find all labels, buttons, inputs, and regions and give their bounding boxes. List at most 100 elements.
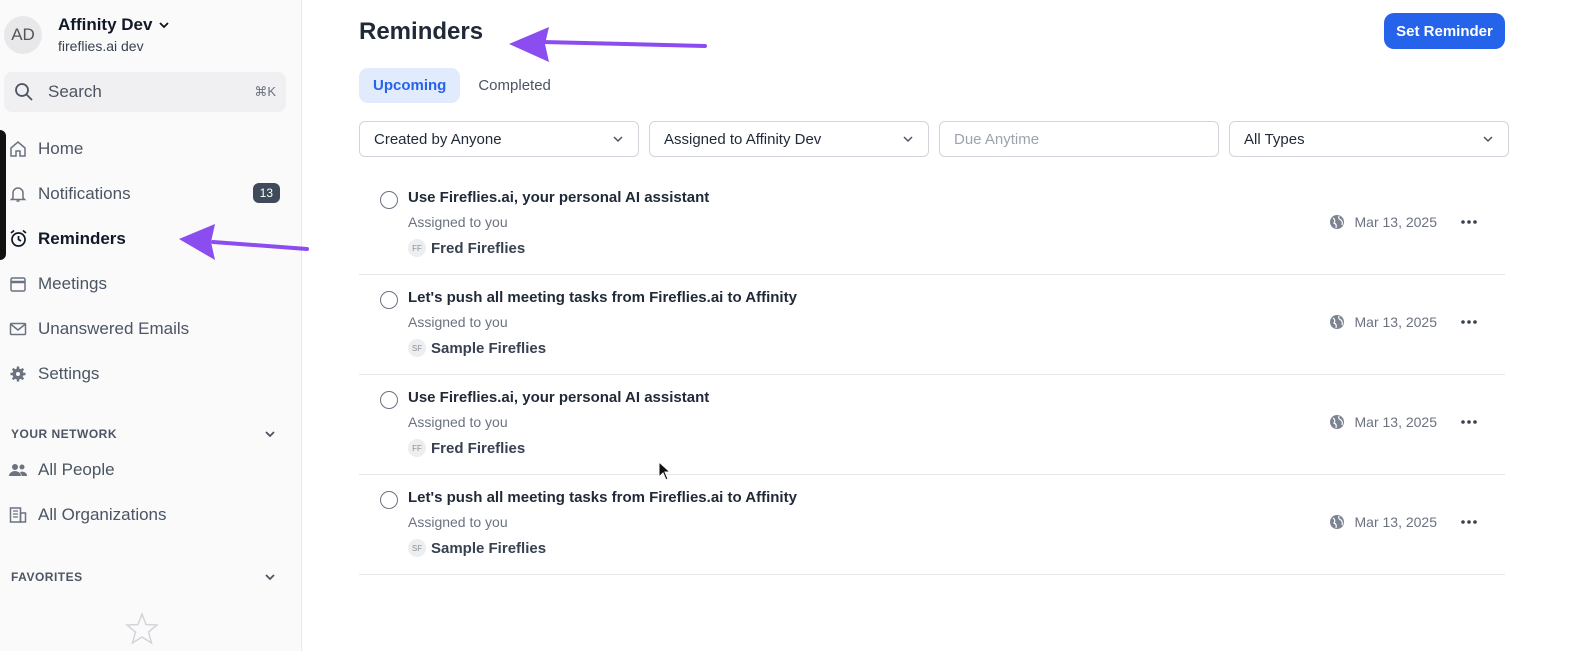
reminder-owner[interactable]: FF Fred Fireflies <box>408 439 525 457</box>
people-icon <box>8 460 28 480</box>
reminder-title: Use Fireflies.ai, your personal AI assis… <box>408 389 710 406</box>
star-icon <box>125 612 159 645</box>
search-shortcut: ⌘K <box>254 84 276 99</box>
reminder-row[interactable]: Let's push all meeting tasks from Firefl… <box>359 275 1505 375</box>
tab-upcoming[interactable]: Upcoming <box>359 68 461 103</box>
chevron-down-icon <box>159 22 170 29</box>
due-date: Mar 13, 2025 <box>1354 414 1438 430</box>
chevron-down-icon <box>613 136 623 143</box>
due-date: Mar 13, 2025 <box>1354 514 1438 530</box>
search-input[interactable]: Search ⌘K <box>4 72 286 112</box>
globe-icon <box>1329 515 1344 529</box>
favorites-header[interactable]: FAVORITES <box>11 570 276 584</box>
complete-checkbox[interactable] <box>380 191 398 209</box>
sidebar-item-label: Meetings <box>38 273 107 293</box>
sidebar-item-notifications[interactable]: Notifications 13 <box>0 171 302 216</box>
sidebar-item-all-organizations[interactable]: All Organizations <box>0 492 302 537</box>
tab-completed[interactable]: Completed <box>464 68 565 103</box>
section-heading: FAVORITES <box>11 570 83 584</box>
workspace-subtitle: fireflies.ai dev <box>58 38 144 54</box>
due-date: Mar 13, 2025 <box>1354 214 1438 230</box>
reminder-assignee: Assigned to you <box>408 314 508 330</box>
reminder-title: Use Fireflies.ai, your personal AI assis… <box>408 189 710 206</box>
sidebar-item-home[interactable]: Home <box>0 126 302 171</box>
home-icon <box>8 139 28 159</box>
workspace-name: Affinity Dev <box>58 15 153 34</box>
sidebar-item-unanswered-emails[interactable]: Unanswered Emails <box>0 306 302 351</box>
reminder-list: Use Fireflies.ai, your personal AI assis… <box>359 175 1505 575</box>
reminder-row[interactable]: Let's push all meeting tasks from Firefl… <box>359 475 1505 575</box>
calendar-icon <box>8 274 28 294</box>
filter-bar: Created by Anyone Assigned to Affinity D… <box>359 121 1509 157</box>
more-options-icon[interactable] <box>1461 419 1477 425</box>
avatar: SF <box>408 339 426 357</box>
mail-icon <box>8 319 28 339</box>
type-filter[interactable]: All Types <box>1229 121 1509 157</box>
reminder-assignee: Assigned to you <box>408 514 508 530</box>
complete-checkbox[interactable] <box>380 491 398 509</box>
sidebar-item-label: Reminders <box>38 228 126 248</box>
reminder-tabs: Upcoming Completed <box>359 68 565 103</box>
filter-value: Created by Anyone <box>374 130 502 148</box>
reminder-title: Let's push all meeting tasks from Firefl… <box>408 489 797 506</box>
reminder-owner[interactable]: SF Sample Fireflies <box>408 539 546 557</box>
mouse-cursor-icon <box>658 461 672 481</box>
avatar: SF <box>408 539 426 557</box>
avatar: FF <box>408 239 426 257</box>
notification-count-badge: 13 <box>252 183 280 203</box>
page-title: Reminders <box>359 18 484 45</box>
globe-icon <box>1329 415 1344 429</box>
complete-checkbox[interactable] <box>380 391 398 409</box>
reminder-assignee: Assigned to you <box>408 414 508 430</box>
reminder-row[interactable]: Use Fireflies.ai, your personal AI assis… <box>359 175 1505 275</box>
alarm-clock-icon <box>8 229 28 249</box>
reminder-title: Let's push all meeting tasks from Firefl… <box>408 289 797 306</box>
sidebar-item-label: Home <box>38 138 84 158</box>
chevron-down-icon <box>1483 136 1493 143</box>
sidebar-item-label: All Organizations <box>38 504 167 524</box>
sidebar-item-settings[interactable]: Settings <box>0 351 302 396</box>
globe-icon <box>1329 315 1344 329</box>
owner-name: Sample Fireflies <box>431 339 547 357</box>
filter-value: Assigned to Affinity Dev <box>664 130 822 148</box>
reminder-row[interactable]: Use Fireflies.ai, your personal AI assis… <box>359 375 1505 475</box>
avatar: FF <box>408 439 426 457</box>
annotation-arrow-icon <box>509 27 707 62</box>
workspace-avatar: AD <box>4 15 42 54</box>
more-options-icon[interactable] <box>1461 219 1477 225</box>
due-date: Mar 13, 2025 <box>1354 314 1438 330</box>
sidebar-item-label: Settings <box>38 363 100 383</box>
workspace-switcher[interactable]: AD Affinity Dev fireflies.ai dev <box>4 15 170 54</box>
section-heading: YOUR NETWORK <box>11 427 117 441</box>
created-by-filter[interactable]: Created by Anyone <box>359 121 639 157</box>
reminder-assignee: Assigned to you <box>408 214 508 230</box>
main-content: Reminders Set Reminder Upcoming Complete… <box>302 0 1585 651</box>
sidebar-item-all-people[interactable]: All People <box>0 447 302 492</box>
sidebar-item-label: Notifications <box>38 183 131 203</box>
reminder-owner[interactable]: SF Sample Fireflies <box>408 339 546 357</box>
sidebar-item-label: Unanswered Emails <box>38 318 190 338</box>
assigned-to-filter[interactable]: Assigned to Affinity Dev <box>649 121 929 157</box>
complete-checkbox[interactable] <box>380 291 398 309</box>
search-label: Search <box>48 82 102 101</box>
chevron-down-icon <box>265 431 275 438</box>
sidebar: AD Affinity Dev fireflies.ai dev Search … <box>0 0 302 651</box>
set-reminder-button[interactable]: Set Reminder <box>1384 13 1505 49</box>
building-icon <box>8 505 28 525</box>
bell-icon <box>8 184 28 204</box>
your-network-header[interactable]: YOUR NETWORK <box>11 427 276 441</box>
owner-name: Fred Fireflies <box>431 439 526 457</box>
sidebar-item-meetings[interactable]: Meetings <box>0 261 302 306</box>
owner-name: Fred Fireflies <box>431 239 526 257</box>
due-date-filter[interactable]: Due Anytime <box>939 121 1219 157</box>
annotation-arrow-icon <box>179 224 309 260</box>
chevron-down-icon <box>265 574 275 581</box>
sidebar-item-label: All People <box>38 459 115 479</box>
chevron-down-icon <box>903 136 913 143</box>
reminder-owner[interactable]: FF Fred Fireflies <box>408 239 525 257</box>
more-options-icon[interactable] <box>1461 519 1477 525</box>
owner-name: Sample Fireflies <box>431 539 547 557</box>
more-options-icon[interactable] <box>1461 319 1477 325</box>
filter-placeholder: Due Anytime <box>954 130 1040 148</box>
network-nav: All People All Organizations <box>0 447 302 537</box>
